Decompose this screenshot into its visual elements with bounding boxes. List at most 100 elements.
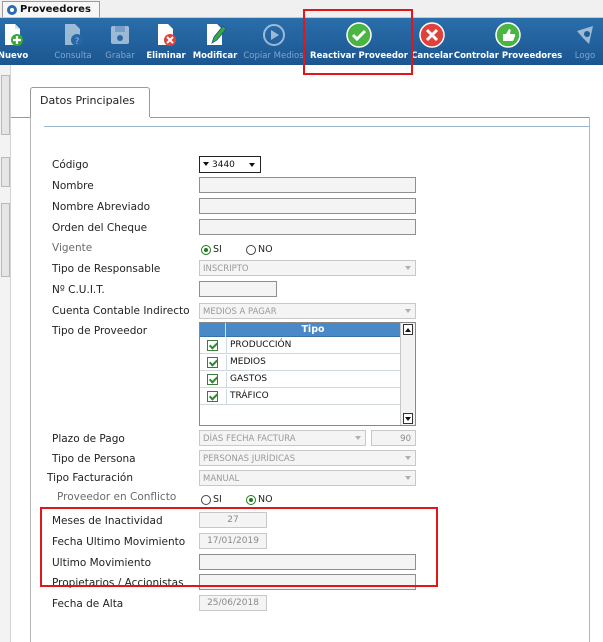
delete-button-label: Eliminar — [146, 51, 186, 61]
tipo-facturacion-label: Tipo Facturación — [47, 472, 134, 484]
copy-media-button[interactable]: Copiar Medios — [243, 18, 304, 65]
tipo-grid-corner — [200, 323, 226, 337]
logo-button[interactable]: Logo — [570, 18, 600, 65]
app-icon — [7, 4, 17, 15]
cuenta-contable-label: Cuenta Contable Indirecto — [52, 305, 190, 317]
fecha-alta-label: Fecha de Alta — [52, 598, 124, 610]
copy-media-button-label: Copiar Medios — [243, 51, 304, 61]
thumbs-up-icon — [495, 22, 521, 48]
chevron-down-icon — [405, 266, 411, 270]
tipo-row-label: GASTOS — [230, 374, 268, 384]
red-x-circle-icon — [419, 22, 445, 48]
tipo-persona-label: Tipo de Persona — [52, 453, 136, 465]
plazo-pago-label: Plazo de Pago — [52, 433, 125, 445]
logo-icon — [572, 22, 598, 48]
tipo-row-checkbox[interactable] — [207, 340, 218, 351]
tipo-row-label: MEDIOS — [230, 357, 266, 367]
highlight-box-inactivity-fields — [40, 507, 438, 587]
vigente-no-radio[interactable] — [246, 245, 256, 255]
tipo-row-checkbox[interactable] — [207, 391, 218, 402]
tipo-persona-select[interactable]: PERSONAS JURÍDICAS — [199, 450, 416, 466]
vigente-label: Vigente — [52, 242, 93, 254]
nombre-abreviado-label: Nombre Abreviado — [52, 201, 151, 213]
proveedor-conflicto-label: Proveedor en Conflicto — [57, 491, 177, 503]
window-tab-bar: Proveedores — [0, 0, 603, 18]
codigo-dropdown[interactable]: 3440 — [199, 156, 261, 173]
toolbar: Nuevo ? Consulta Grabar Eliminar Modific… — [0, 18, 603, 65]
chevron-down-icon — [405, 476, 411, 480]
tipo-responsable-select[interactable]: INSCRIPTO — [199, 260, 416, 276]
edit-button-label: Modificar — [192, 51, 238, 61]
svg-text:?: ? — [75, 37, 80, 47]
control-suppliers-button-label: Controlar Proveedores — [453, 51, 563, 61]
tab-datos-principales-label: Datos Principales — [40, 94, 135, 107]
tipo-column-header: Tipo — [301, 324, 325, 335]
chevron-down-icon — [355, 436, 361, 440]
cancel-button[interactable]: Cancelar — [411, 18, 453, 65]
scroll-up-arrow-icon[interactable] — [403, 324, 413, 335]
nombre-input[interactable] — [199, 177, 416, 193]
chevron-down-icon — [249, 163, 255, 167]
tipo-row-label: PRODUCCIÓN — [230, 340, 292, 350]
save-button-label: Grabar — [105, 51, 135, 61]
new-button-label: Nuevo — [0, 51, 29, 61]
chevron-down-icon — [405, 456, 411, 460]
tipo-proveedor-grid[interactable]: Tipo PRODUCCIÓN MEDIOS GASTOS TRÁFICO — [199, 322, 416, 426]
vigente-no-label: NO — [258, 244, 273, 255]
query-button[interactable]: ? Consulta — [52, 18, 94, 65]
conflicto-no-radio[interactable] — [246, 495, 256, 505]
tipo-row-checkbox[interactable] — [207, 357, 218, 368]
highlight-box-reactivar — [303, 9, 413, 75]
tipo-row[interactable]: MEDIOS — [200, 355, 400, 371]
vigente-si-label: SI — [213, 244, 222, 255]
delete-button[interactable]: Eliminar — [146, 18, 186, 65]
new-document-icon — [0, 22, 26, 48]
new-button[interactable]: Nuevo — [0, 18, 29, 65]
save-button[interactable]: Grabar — [104, 18, 136, 65]
cuit-label: Nº C.U.I.T. — [52, 284, 105, 296]
nombre-abreviado-input[interactable] — [199, 198, 416, 214]
codigo-value: 3440 — [212, 160, 235, 170]
save-disk-icon — [107, 22, 133, 48]
play-circle-icon — [261, 22, 287, 48]
orden-cheque-input[interactable] — [199, 219, 416, 235]
edit-button[interactable]: Modificar — [192, 18, 238, 65]
plazo-pago-select[interactable]: DÍAS FECHA FACTURA — [199, 430, 366, 446]
tipo-row-checkbox[interactable] — [207, 374, 218, 385]
side-tab-2[interactable] — [1, 157, 10, 187]
logo-button-label: Logo — [574, 51, 596, 61]
tipo-proveedor-label: Tipo de Proveedor — [52, 325, 148, 337]
tab-datos-principales[interactable]: Datos Principales — [30, 87, 150, 117]
tab-underline-left — [11, 117, 30, 118]
control-suppliers-button[interactable]: Controlar Proveedores — [454, 18, 562, 65]
tipo-row-label: TRÁFICO — [230, 391, 269, 401]
cuit-input[interactable] — [199, 281, 277, 297]
query-button-label: Consulta — [54, 51, 92, 61]
vigente-si-radio[interactable] — [201, 245, 211, 255]
codigo-nav-arrow-icon — [203, 162, 209, 166]
tipo-row[interactable]: PRODUCCIÓN — [200, 338, 400, 354]
cancel-button-label: Cancelar — [411, 51, 453, 61]
tipo-responsable-label: Tipo de Responsable — [52, 263, 161, 275]
fecha-alta-value: 25/06/2018 — [199, 595, 267, 611]
orden-cheque-label: Orden del Cheque — [52, 222, 148, 234]
plazo-pago-days[interactable]: 90 — [371, 430, 416, 446]
tipo-facturacion-select[interactable]: MANUAL — [199, 470, 416, 486]
conflicto-si-label: SI — [213, 494, 222, 505]
tipo-grid-scrollbar[interactable] — [400, 323, 415, 425]
tipo-row[interactable]: TRÁFICO — [200, 389, 400, 405]
cuenta-contable-select[interactable]: MEDIOS A PAGAR — [199, 303, 416, 319]
left-side-strip — [0, 65, 11, 642]
edit-pencil-icon — [202, 22, 228, 48]
side-tab-3[interactable] — [1, 203, 10, 277]
conflicto-no-label: NO — [258, 494, 273, 505]
tipo-row[interactable]: GASTOS — [200, 372, 400, 388]
side-tab-1[interactable] — [1, 75, 10, 135]
window-tab-proveedores[interactable]: Proveedores — [2, 1, 100, 17]
tipo-grid-header: Tipo — [200, 323, 400, 337]
conflicto-si-radio[interactable] — [201, 495, 211, 505]
codigo-label: Código — [52, 159, 89, 171]
scroll-down-arrow-icon[interactable] — [403, 413, 413, 424]
delete-document-icon — [153, 22, 179, 48]
query-document-icon: ? — [60, 22, 86, 48]
